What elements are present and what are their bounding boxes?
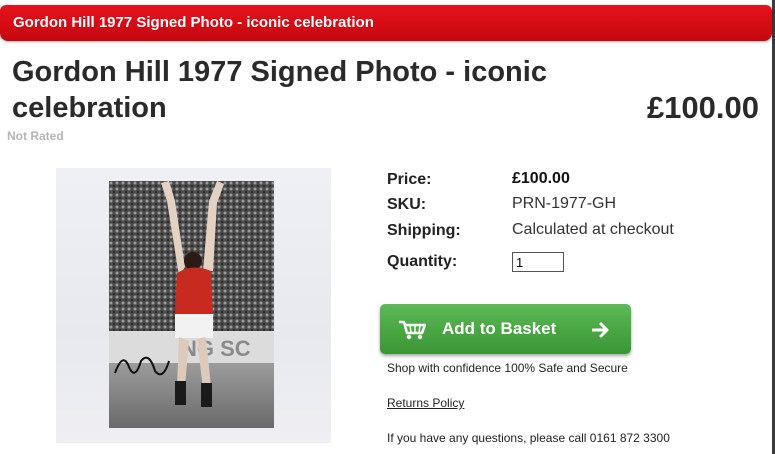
- add-to-basket-button[interactable]: Add to Basket: [380, 304, 631, 354]
- signed-photo-image: NG SC: [109, 181, 274, 428]
- confidence-text: Shop with confidence 100% Safe and Secur…: [387, 361, 628, 375]
- product-price-large: £100.00: [646, 90, 759, 125]
- quantity-input[interactable]: [512, 252, 564, 272]
- shipping-value: Calculated at checkout: [512, 221, 674, 238]
- product-image-frame[interactable]: NG SC: [56, 168, 331, 443]
- price-label: Price:: [387, 171, 432, 188]
- ad-board-text: NG SC: [181, 336, 251, 361]
- shopping-cart-icon: [398, 320, 427, 345]
- title-bar-text: Gordon Hill 1977 Signed Photo - iconic c…: [13, 14, 374, 31]
- product-title: Gordon Hill 1977 Signed Photo - iconic c…: [12, 56, 547, 124]
- arrow-right-icon: [591, 322, 610, 343]
- rating-status: Not Rated: [7, 129, 64, 143]
- questions-contact-text: If you have any questions, please call 0…: [387, 431, 670, 445]
- price-value: £100.00: [512, 170, 570, 187]
- shipping-label: Shipping:: [387, 222, 461, 239]
- title-bar: Gordon Hill 1977 Signed Photo - iconic c…: [0, 5, 772, 41]
- returns-policy-link[interactable]: Returns Policy: [387, 396, 464, 410]
- sku-label: SKU:: [387, 196, 427, 213]
- add-to-basket-label: Add to Basket: [442, 319, 557, 338]
- sku-value: PRN-1977-GH: [512, 195, 617, 212]
- quantity-label: Quantity:: [387, 253, 458, 270]
- product-photo: NG SC: [109, 181, 274, 428]
